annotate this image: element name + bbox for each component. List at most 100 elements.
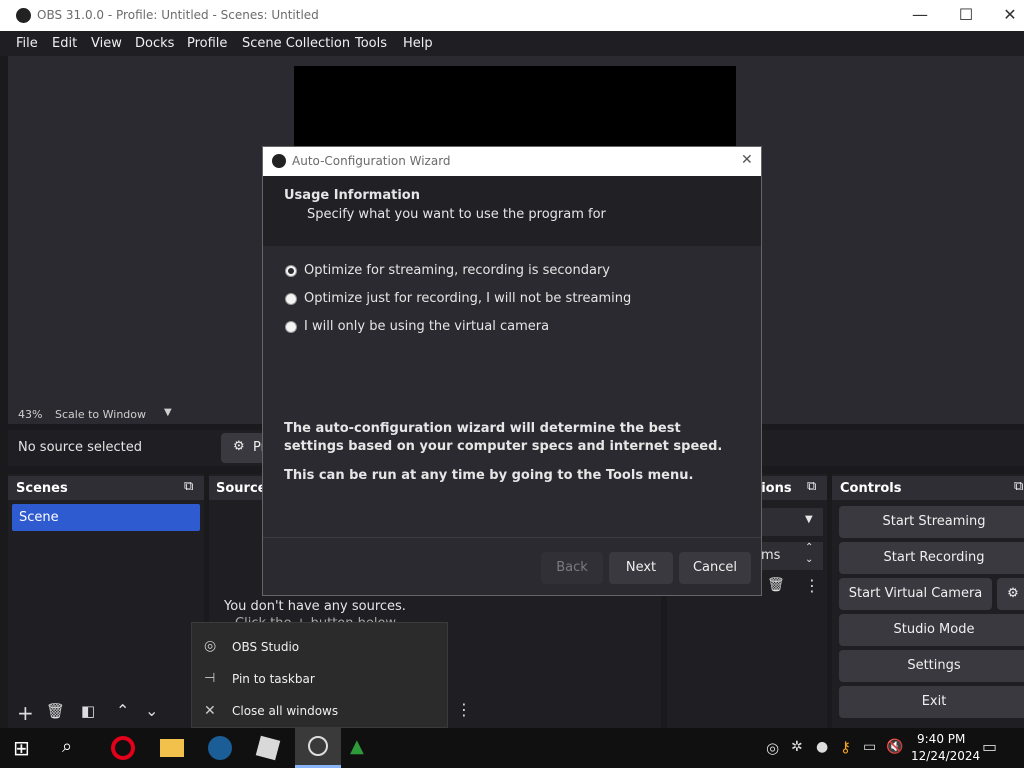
clock-time[interactable]: 9:40 PM (917, 732, 965, 746)
radio-icon[interactable] (285, 293, 297, 305)
gear-icon: ⚙ (233, 439, 245, 454)
menu-file[interactable]: File (16, 36, 38, 51)
section-subtitle: Specify what you want to use the program… (307, 207, 606, 222)
network-icon[interactable]: ▭ (863, 739, 876, 755)
undock-icon[interactable]: ⧉ (1014, 479, 1023, 494)
steam-icon[interactable] (208, 736, 232, 760)
file-explorer-icon[interactable] (160, 739, 184, 757)
minimize-button[interactable]: — (898, 4, 942, 26)
jump-close-all-windows[interactable]: Close all windows (232, 704, 338, 718)
undock-icon[interactable]: ⧉ (807, 479, 816, 494)
more-options-icon[interactable]: ⋮ (804, 576, 820, 595)
clock-date[interactable]: 12/24/2024 (911, 749, 980, 763)
option-recording[interactable]: Optimize just for recording, I will not … (285, 291, 755, 311)
trash-icon[interactable]: 🗑 (46, 702, 65, 720)
windows-start-icon[interactable]: ⊞ (13, 736, 37, 760)
scale-mode-select[interactable]: Scale to Window (55, 408, 146, 421)
roblox-icon[interactable] (255, 735, 281, 761)
volume-muted-icon[interactable]: 🔇 (886, 739, 903, 755)
duration-spinbox[interactable]: ms ⌃ ⌄ (761, 542, 823, 570)
section-title: Usage Information (284, 188, 420, 203)
tree-icon[interactable]: ▲ (350, 736, 374, 760)
obs-tray-icon[interactable]: ◎ (766, 739, 779, 757)
menu-docks[interactable]: Docks (135, 36, 174, 51)
notification-icon[interactable]: ▭ (982, 737, 997, 756)
obs-icon (308, 736, 328, 756)
obs-logo-icon: ◎ (204, 638, 217, 654)
next-button[interactable]: Next (609, 552, 673, 584)
divider (263, 537, 761, 538)
controls-dock: Controls ⧉ Start Streaming Start Recordi… (832, 474, 1024, 728)
menu-edit[interactable]: Edit (52, 36, 77, 51)
sources-title: Source (216, 481, 267, 496)
dialog-header: Usage Information Specify what you want … (263, 176, 761, 246)
controls-title: Controls (840, 481, 902, 496)
controls-header: Controls ⧉ (832, 476, 1024, 500)
radio-icon[interactable] (285, 321, 297, 333)
scene-item[interactable]: Scene (12, 504, 200, 531)
option-label: I will only be using the virtual camera (304, 319, 550, 334)
chevron-down-icon: ▼ (805, 514, 813, 525)
close-button[interactable]: ✕ (988, 4, 1024, 26)
virtual-camera-settings-gear-icon[interactable]: ⚙ (997, 578, 1024, 610)
undock-icon[interactable]: ⧉ (184, 479, 193, 494)
window-titlebar: OBS 31.0.0 - Profile: Untitled - Scenes:… (0, 0, 1024, 31)
scenes-dock: Scenes ⧉ Scene + 🗑 ◧ ⌃ ⌄ (8, 474, 204, 728)
add-scene-icon[interactable]: + (17, 701, 34, 725)
menu-help[interactable]: Help (403, 36, 433, 51)
key-icon[interactable]: ⚷ (840, 738, 851, 756)
taskbar: ⊞ ⌕ ▲ ◎ ✲ ● ⚷ ▭ 🔇 9:40 PM 12/24/2024 ▭ (0, 728, 1024, 768)
opera-icon[interactable] (111, 736, 135, 760)
settings-button[interactable]: Settings (839, 650, 1024, 682)
obs-logo-icon (16, 8, 31, 23)
dialog-titlebar: Auto-Configuration Wizard ✕ (263, 147, 761, 176)
start-virtual-camera-button[interactable]: Start Virtual Camera (839, 578, 992, 610)
exit-button[interactable]: Exit (839, 686, 1024, 718)
menu-scene-collection[interactable]: Scene Collection (242, 36, 350, 51)
option-label: Optimize just for recording, I will not … (304, 291, 632, 306)
start-recording-button[interactable]: Start Recording (839, 542, 1024, 574)
jump-obs-studio[interactable]: OBS Studio (232, 640, 299, 654)
info-text: The auto-configuration wizard will deter… (284, 421, 723, 454)
cancel-button[interactable]: Cancel (679, 552, 751, 584)
drop-icon[interactable]: ● (816, 739, 828, 755)
menu-view[interactable]: View (91, 36, 122, 51)
option-streaming[interactable]: Optimize for streaming, recording is sec… (285, 263, 755, 283)
menu-bar: File Edit View Docks Profile Scene Colle… (0, 31, 1024, 56)
move-up-icon[interactable]: ⌃ (116, 701, 129, 720)
menu-profile[interactable]: Profile (187, 36, 227, 51)
spin-down-icon[interactable]: ⌄ (805, 554, 813, 565)
obs-logo-icon (272, 154, 286, 168)
studio-mode-button[interactable]: Studio Mode (839, 614, 1024, 646)
close-icon: ✕ (204, 703, 216, 719)
maximize-button[interactable]: ☐ (944, 4, 988, 26)
transition-select[interactable]: ▼ (761, 508, 823, 536)
trash-icon[interactable]: 🗑 (767, 577, 785, 593)
menu-tools[interactable]: Tools (355, 36, 387, 51)
filter-icon[interactable]: ◧ (81, 702, 95, 720)
spin-up-icon[interactable]: ⌃ (805, 542, 813, 553)
auto-config-wizard-dialog: Auto-Configuration Wizard ✕ Usage Inform… (262, 146, 762, 596)
dialog-title: Auto-Configuration Wizard (292, 154, 451, 168)
scenes-title: Scenes (16, 481, 68, 496)
move-down-icon[interactable]: ⌄ (145, 701, 158, 720)
duration-suffix: ms (761, 548, 781, 563)
scenes-header: Scenes ⧉ (8, 476, 204, 500)
start-streaming-button[interactable]: Start Streaming (839, 506, 1024, 538)
source-status: No source selected (18, 440, 142, 455)
network-warning-icon[interactable]: ✲ (791, 739, 803, 755)
search-icon[interactable]: ⌕ (62, 736, 86, 760)
back-button[interactable]: Back (541, 552, 603, 584)
zoom-level: 43% (18, 408, 43, 421)
taskbar-jump-list: ◎ OBS Studio ⊣ Pin to taskbar ✕ Close al… (191, 622, 448, 728)
more-options-icon[interactable]: ⋮ (456, 700, 472, 719)
option-virtual-camera[interactable]: I will only be using the virtual camera (285, 319, 755, 339)
sources-empty-text: You don't have any sources. (224, 599, 406, 614)
chevron-down-icon[interactable]: ▼ (164, 407, 172, 418)
option-label: Optimize for streaming, recording is sec… (304, 263, 611, 278)
obs-taskbar-button[interactable] (295, 728, 341, 768)
scene-item-label: Scene (19, 510, 59, 525)
radio-selected-icon[interactable] (285, 265, 297, 277)
jump-pin-to-taskbar[interactable]: Pin to taskbar (232, 672, 315, 686)
close-icon[interactable]: ✕ (741, 152, 753, 168)
